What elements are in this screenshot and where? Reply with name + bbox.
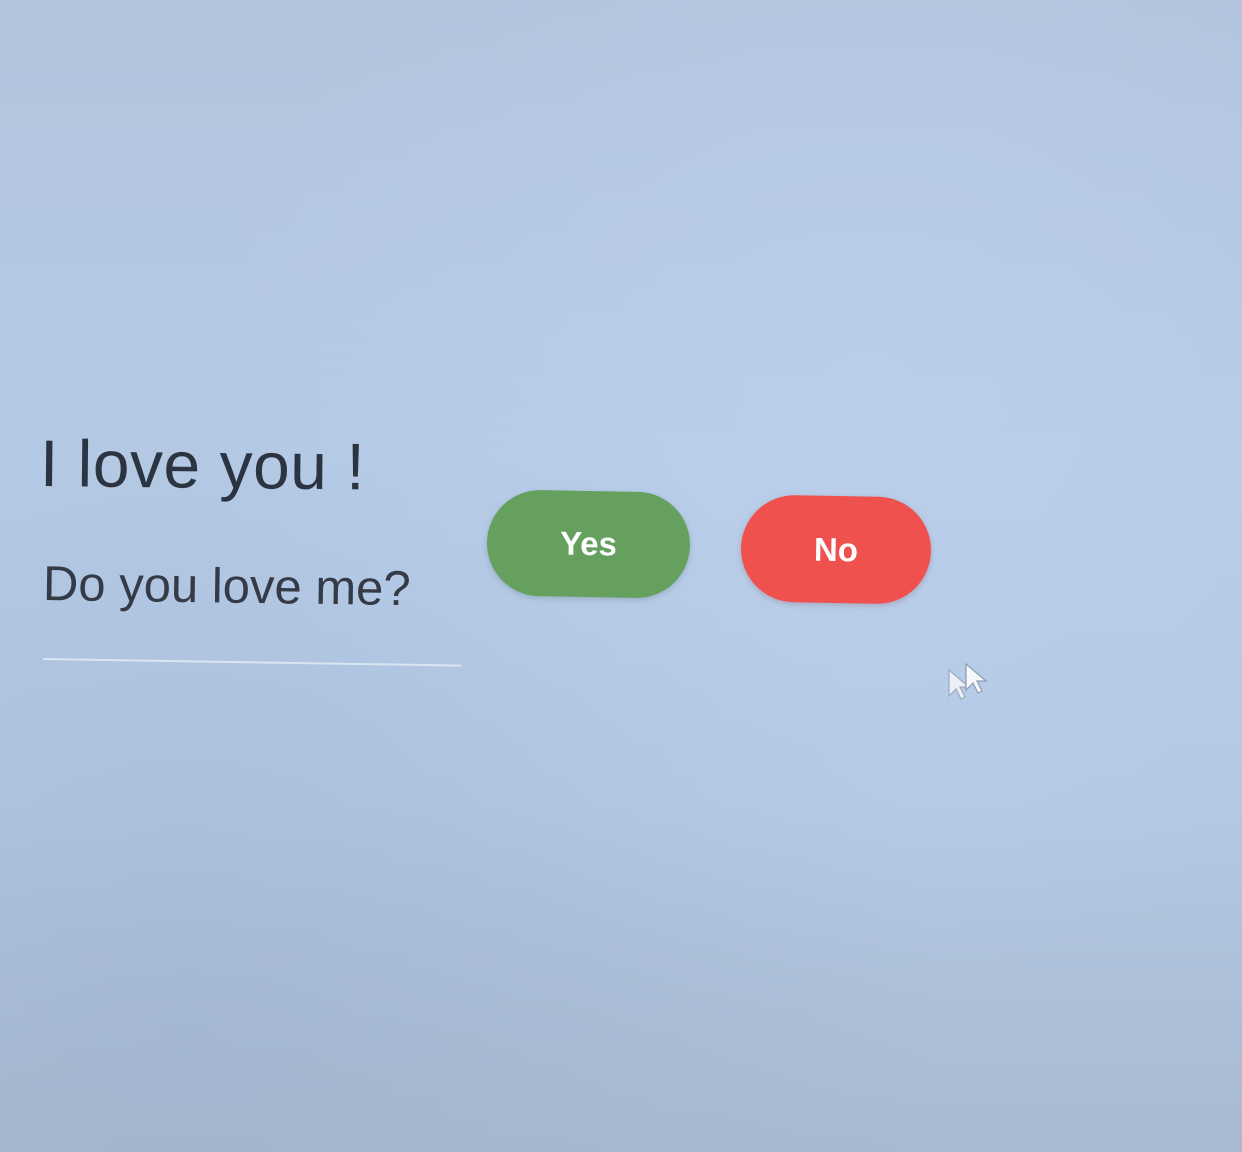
yes-button[interactable]: Yes — [486, 489, 691, 599]
mouse-pointer-icon — [948, 662, 988, 700]
page-heading: I love you ! — [39, 426, 366, 504]
divider-line — [42, 658, 461, 667]
question-text: Do you love me? — [42, 557, 412, 617]
no-button[interactable]: No — [740, 494, 932, 605]
